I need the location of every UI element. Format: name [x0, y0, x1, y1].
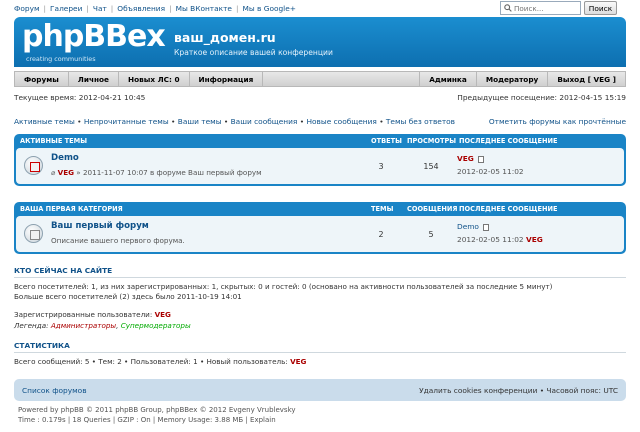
col-last-post: ПОСЛЕДНЕЕ СООБЩЕНИЕ	[459, 137, 558, 145]
forum-row: Ваш первый форум Описание вашего первого…	[16, 216, 624, 252]
legend-line: Легенда: Администраторы, Супермодераторы	[14, 321, 191, 330]
footer-right-links[interactable]: Удалить cookies конференции • Часовой по…	[419, 386, 618, 395]
forum-status-icon	[24, 224, 43, 243]
view-latest-post-icon[interactable]	[483, 223, 490, 231]
last-visit: Предыдущее посещение: 2012-04-15 15:19	[457, 93, 626, 102]
top-link-chat[interactable]: Чат	[93, 4, 107, 13]
topic-meta: ⌀ VEG » 2011-11-07 10:07 в форуме Ваш пе…	[51, 168, 262, 177]
forum-last-topic-line: Demo	[457, 222, 490, 231]
copyright: Powered by phpBB © 2011 phpBB Group, php…	[18, 406, 296, 414]
top-link-announcements[interactable]: Объявления	[117, 4, 165, 13]
menu-personal[interactable]: Личное	[69, 72, 119, 86]
link-unanswered[interactable]: Темы без ответов	[386, 117, 455, 126]
search-icon	[504, 4, 512, 12]
topic-status-icon	[24, 156, 43, 175]
last-post-author-line: VEG	[457, 154, 485, 163]
mark-forums-read-link[interactable]: Отметить форумы как прочтённые	[489, 117, 626, 126]
col-posts: СООБЩЕНИЯ	[407, 205, 458, 213]
active-topics-heading: АКТИВНЫЕ ТЕМЫ	[20, 137, 88, 145]
link-new-posts[interactable]: Новые сообщения	[306, 117, 376, 126]
category-header: ВАША ПЕРВАЯ КАТЕГОРИЯ ТЕМЫ СООБЩЕНИЯ ПОС…	[16, 202, 624, 216]
topic-row: Demo ⌀ VEG » 2011-11-07 10:07 в форуме В…	[16, 148, 624, 184]
site-logo[interactable]: phpBBex	[22, 22, 166, 52]
current-time: Текущее время: 2012-04-21 10:45	[14, 93, 146, 102]
menu-new-pm[interactable]: Новых ЛС: 0	[119, 72, 190, 86]
topic-meta-text: » 2011-11-07 10:07 в форуме Ваш первый ф…	[76, 168, 262, 177]
col-replies: ОТВЕТЫ	[371, 137, 402, 145]
menu-admin[interactable]: Админка	[419, 72, 476, 86]
legend-admins[interactable]: Администраторы	[51, 321, 116, 330]
col-views: ПРОСМОТРЫ	[407, 137, 457, 145]
topic-title[interactable]: Demo	[51, 153, 79, 163]
forum-topics: 2	[378, 230, 384, 239]
registered-user-link[interactable]: VEG	[155, 310, 171, 319]
online-summary: Всего посетителей: 1, из них зарегистрир…	[14, 282, 553, 291]
newest-user-link[interactable]: VEG	[290, 357, 306, 366]
stats-heading: СТАТИСТИКА	[14, 341, 626, 353]
online-record: Больше всего посетителей (2) здесь было …	[14, 292, 242, 301]
quick-links: Активные темы • Непрочитанные темы • Ваш…	[14, 117, 456, 126]
stats-line: Всего сообщений: 5 • Тем: 2 • Пользовате…	[14, 357, 306, 366]
forum-last-topic[interactable]: Demo	[457, 222, 479, 231]
link-your-topics[interactable]: Ваши темы	[178, 117, 222, 126]
registered-users-label: Зарегистрированные пользователи:	[14, 310, 153, 319]
forum-posts: 5	[428, 230, 434, 239]
debug-info: Time : 0.179s | 18 Queries | GZIP : On |…	[18, 416, 276, 424]
site-description: Краткое описание вашей конференции	[174, 48, 333, 57]
view-latest-post-icon[interactable]	[478, 155, 485, 163]
top-link-vk[interactable]: Мы ВКонтакте	[176, 4, 232, 13]
footer-bar: Список форумов Удалить cookies конференц…	[14, 379, 626, 401]
menu-moderator[interactable]: Модератору	[475, 72, 548, 86]
active-topics-panel: АКТИВНЫЕ ТЕМЫ ОТВЕТЫ ПРОСМОТРЫ ПОСЛЕДНЕЕ…	[14, 134, 626, 186]
menu-logout[interactable]: Выход [ VEG ]	[547, 72, 625, 86]
category-heading[interactable]: ВАША ПЕРВАЯ КАТЕГОРИЯ	[20, 205, 123, 213]
last-post-date: 2012-02-05 11:02	[457, 167, 524, 176]
site-title[interactable]: ваш_домен.ru	[174, 30, 276, 45]
menu-forums[interactable]: Форумы	[15, 72, 69, 86]
online-heading[interactable]: КТО СЕЙЧАС НА САЙТЕ	[14, 266, 626, 278]
forum-title[interactable]: Ваш первый форум	[51, 221, 149, 231]
forum-last-author[interactable]: VEG	[526, 235, 543, 244]
forum-last-date: 2012-02-05 11:02	[457, 235, 524, 244]
stats-text: Всего сообщений: 5 • Тем: 2 • Пользовате…	[14, 357, 288, 366]
search-button[interactable]: Поиск	[584, 1, 617, 15]
col-last-post: ПОСЛЕДНЕЕ СООБЩЕНИЕ	[459, 205, 558, 213]
link-unread-topics[interactable]: Непрочитанные темы	[84, 117, 169, 126]
category-panel: ВАША ПЕРВАЯ КАТЕГОРИЯ ТЕМЫ СООБЩЕНИЯ ПОС…	[14, 202, 626, 254]
mark-read-wrap: Отметить форумы как прочтённые	[489, 117, 626, 126]
top-link-google-plus[interactable]: Мы в Google+	[242, 4, 296, 13]
attachment-icon: ⌀	[51, 168, 56, 177]
last-post-author[interactable]: VEG	[457, 154, 474, 163]
registered-users-line: Зарегистрированные пользователи: VEG	[14, 310, 171, 319]
separator: |	[235, 4, 239, 13]
logo-tagline: creating communities	[26, 55, 96, 63]
separator: |	[110, 4, 114, 13]
topic-views: 154	[423, 162, 439, 171]
main-menu: Форумы Личное Новых ЛС: 0 Информация Адм…	[14, 71, 626, 87]
topic-replies: 3	[378, 162, 384, 171]
top-links: Форум | Галереи | Чат | Объявления | Мы ВКон…	[14, 4, 296, 13]
top-link-forum[interactable]: Форум	[14, 4, 40, 13]
menu-right-group: Админка Модератору Выход [ VEG ]	[419, 72, 625, 86]
forum-description: Описание вашего первого форума.	[51, 236, 185, 245]
menu-info[interactable]: Информация	[190, 72, 264, 86]
col-topics: ТЕМЫ	[371, 205, 394, 213]
search-field[interactable]	[500, 1, 581, 15]
legend-mods[interactable]: Супермодераторы	[121, 321, 191, 330]
top-link-galleries[interactable]: Галереи	[50, 4, 82, 13]
topic-author[interactable]: VEG	[58, 168, 74, 177]
forum-index-link[interactable]: Список форумов	[22, 386, 87, 395]
separator: |	[169, 4, 172, 13]
forum-last-date-line: 2012-02-05 11:02 VEG	[457, 235, 543, 244]
search-input[interactable]	[514, 3, 576, 13]
link-your-posts[interactable]: Ваши сообщения	[231, 117, 298, 126]
active-topics-header: АКТИВНЫЕ ТЕМЫ ОТВЕТЫ ПРОСМОТРЫ ПОСЛЕДНЕЕ…	[16, 134, 624, 148]
site-header: phpBBex creating communities ваш_домен.r…	[14, 17, 626, 67]
separator: |	[86, 4, 89, 13]
legend-label: Легенда:	[14, 321, 49, 330]
link-active-topics[interactable]: Активные темы	[14, 117, 75, 126]
separator: |	[43, 4, 47, 13]
top-navigation: Форум | Галереи | Чат | Объявления | Мы ВКон…	[0, 0, 640, 18]
